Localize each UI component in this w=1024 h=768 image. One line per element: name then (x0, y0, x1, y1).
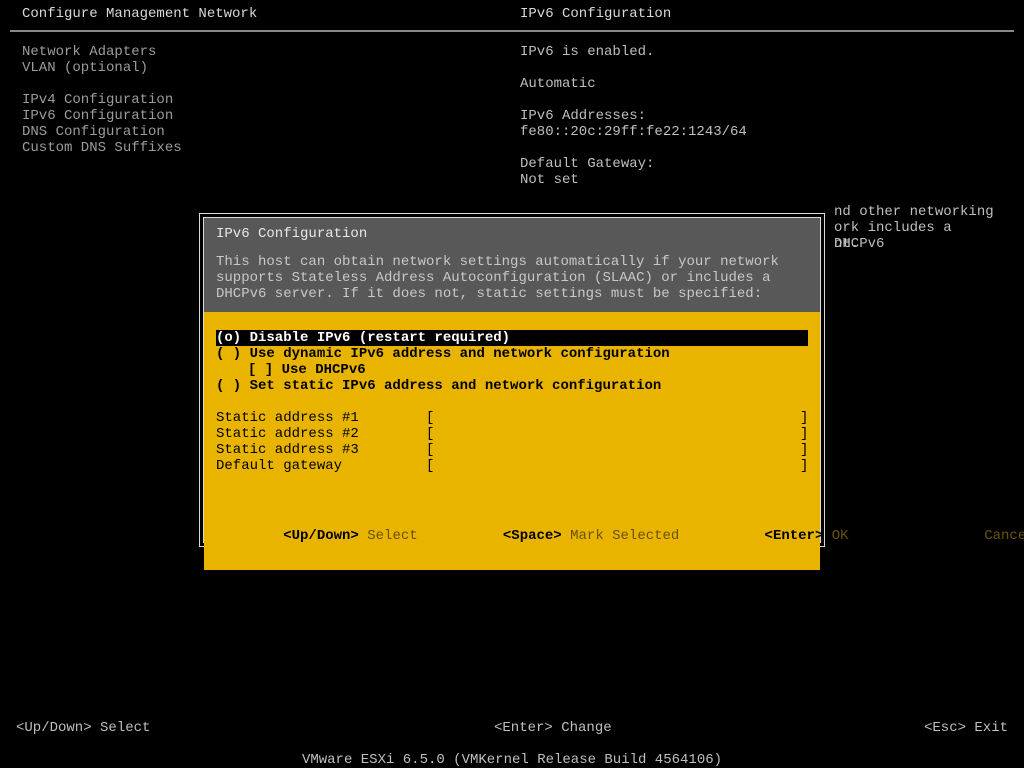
option-use-dhcpv6[interactable]: [ ] Use DHCPv6 (216, 362, 808, 378)
version-bar: VMware ESXi 6.5.0 (VMKernel Release Buil… (0, 752, 1024, 768)
field-label: Static address #3 (216, 442, 426, 458)
option-static-ipv6[interactable]: ( ) Set static IPv6 address and network … (216, 378, 808, 394)
option-disable-ipv6[interactable]: (o) Disable IPv6 (restart required) (216, 330, 808, 346)
footer-hint-updown: <Up/Down> Select (16, 720, 494, 736)
menu-dns-suffixes[interactable]: Custom DNS Suffixes (22, 140, 520, 156)
field-static-1[interactable]: Static address #1 [ ] (216, 410, 808, 426)
info-addr-hdr: IPv6 Addresses: (520, 108, 1000, 124)
field-value[interactable] (434, 442, 800, 458)
hint-space: <Space> Mark Selected (436, 512, 680, 560)
footer-hint-esc: <Esc> Exit (924, 720, 1008, 736)
header-row: Configure Management Network IPv6 Config… (22, 6, 1014, 22)
hint-enter[interactable]: <Enter> OK (697, 512, 848, 560)
info-gw-val: Not set (520, 172, 1000, 188)
menu-blank (22, 76, 520, 92)
main-footer: <Up/Down> Select <Enter> Change <Esc> Ex… (10, 720, 1014, 736)
dialog-title: IPv6 Configuration (216, 226, 808, 242)
field-label: Static address #1 (216, 410, 426, 426)
dialog-footer: <Up/Down> Select <Space> Mark Selected <… (204, 484, 820, 570)
field-default-gateway[interactable]: Default gateway [ ] (216, 458, 808, 474)
menu-ipv4[interactable]: IPv4 Configuration (22, 92, 520, 108)
field-value[interactable] (434, 458, 800, 474)
footer-hint-enter: <Enter> Change (494, 720, 924, 736)
menu-dns[interactable]: DNS Configuration (22, 124, 520, 140)
option-dynamic-ipv6[interactable]: ( ) Use dynamic IPv6 address and network… (216, 346, 808, 362)
field-static-2[interactable]: Static address #2 [ ] (216, 426, 808, 442)
menu-vlan[interactable]: VLAN (optional) (22, 60, 520, 76)
page-title-right: IPv6 Configuration (520, 6, 671, 22)
field-label: Static address #2 (216, 426, 426, 442)
divider (10, 30, 1014, 32)
dialog-header: IPv6 Configuration This host can obtain … (204, 218, 820, 312)
dialog-description: This host can obtain network settings au… (216, 254, 808, 302)
field-static-3[interactable]: Static address #3 [ ] (216, 442, 808, 458)
field-value[interactable] (434, 410, 800, 426)
hint-updown: <Up/Down> Select (216, 512, 418, 560)
info-enabled: IPv6 is enabled. (520, 44, 1000, 60)
ipv6-config-dialog: IPv6 Configuration This host can obtain … (199, 213, 825, 547)
hint-esc[interactable]: <Esc> Cancel (867, 512, 1024, 560)
info-addr-val: fe80::20c:29ff:fe22:1243/64 (520, 124, 1000, 140)
info-gw-hdr: Default Gateway: (520, 156, 1000, 172)
field-value[interactable] (434, 426, 800, 442)
page-title-left: Configure Management Network (22, 6, 520, 22)
menu-network-adapters[interactable]: Network Adapters (22, 44, 520, 60)
info-automatic: Automatic (520, 76, 1000, 92)
field-label: Default gateway (216, 458, 426, 474)
menu-ipv6[interactable]: IPv6 Configuration (22, 108, 520, 124)
dialog-body: (o) Disable IPv6 (restart required) ( ) … (204, 312, 820, 484)
